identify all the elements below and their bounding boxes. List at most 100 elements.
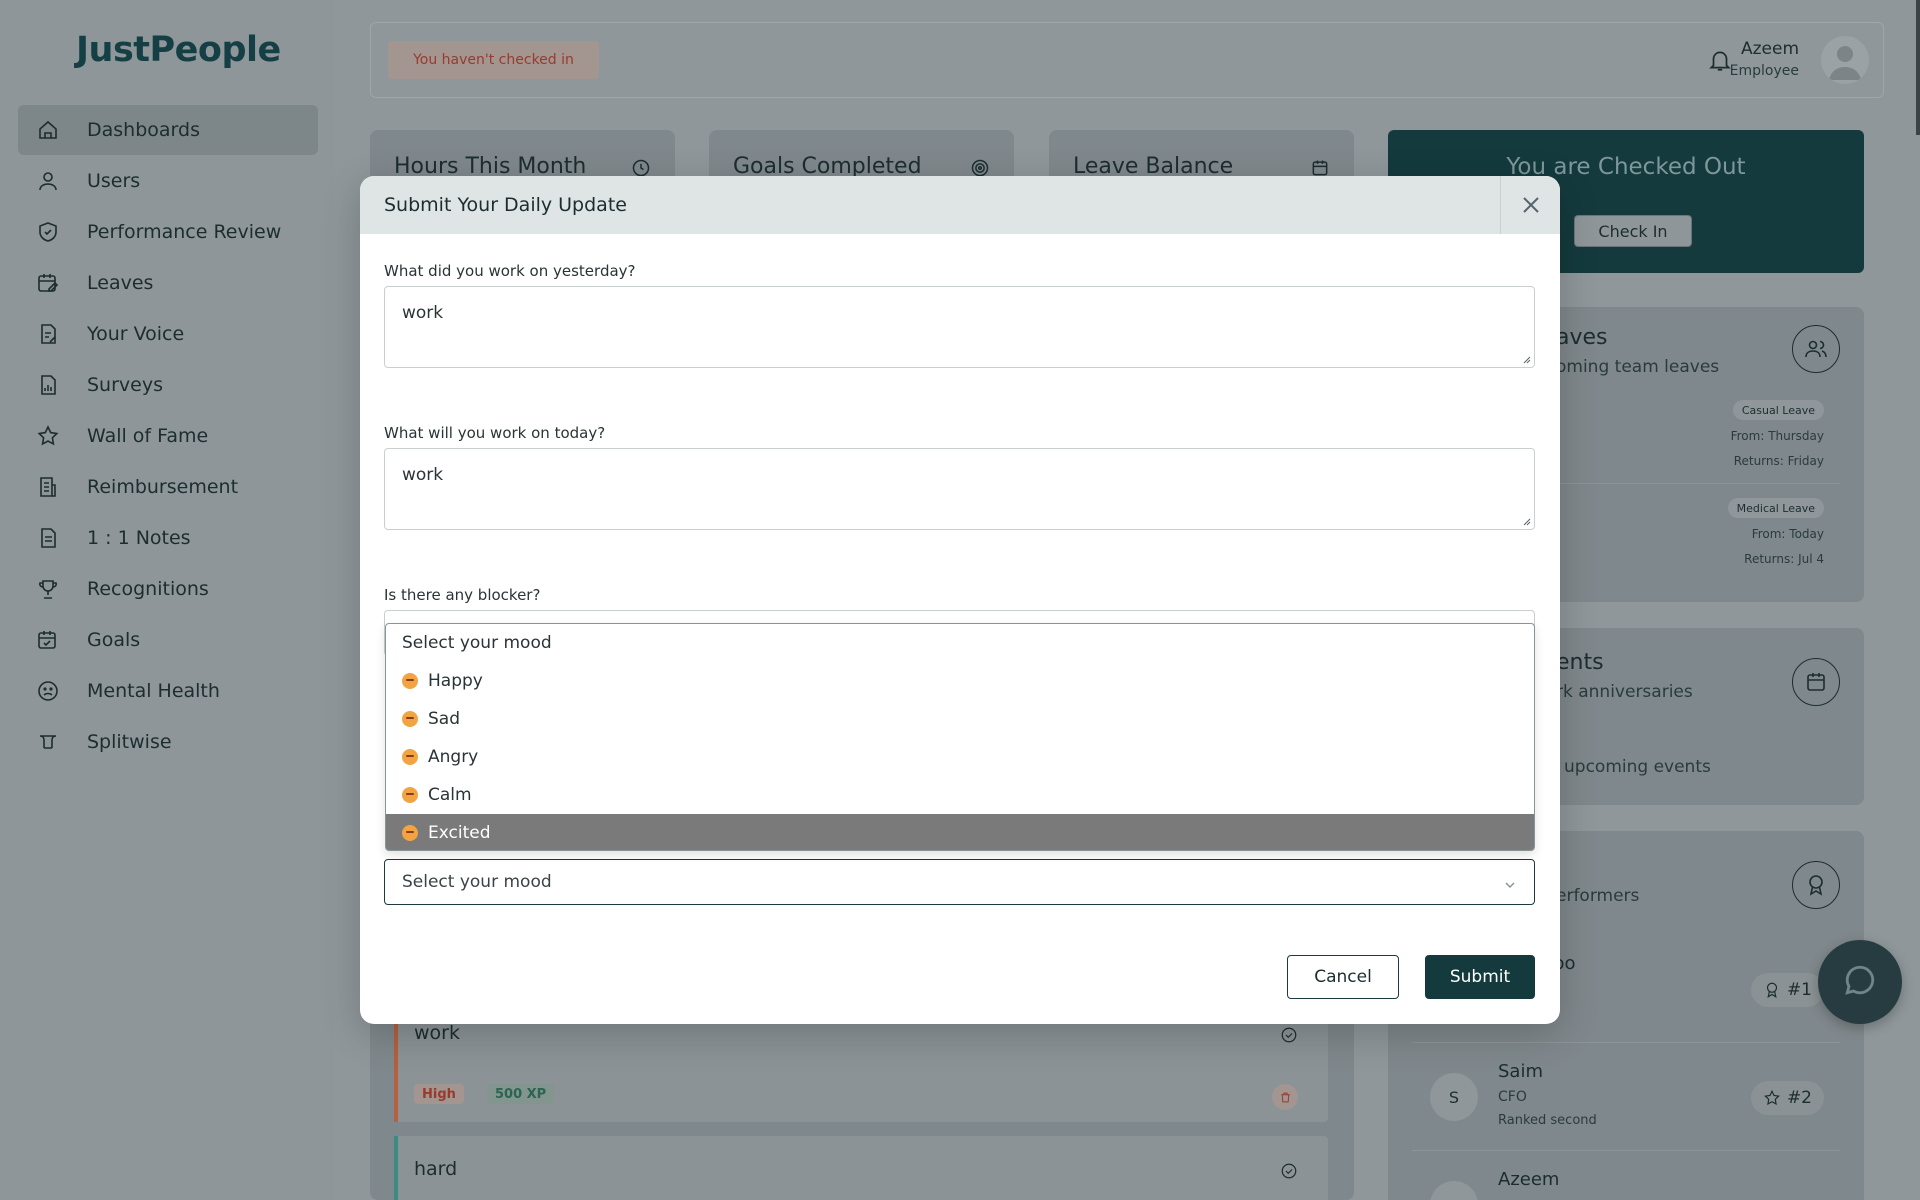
sidebar-item-label: Surveys: [87, 374, 163, 396]
mood-dropdown-list: Select your mood Happy Sad Angry Calm Ex…: [385, 623, 1535, 851]
topbar: You haven't checked in Azeem Employee: [370, 22, 1884, 98]
target-icon: [970, 158, 990, 178]
xp-tag: 500 XP: [487, 1084, 555, 1104]
receipt-icon: [36, 475, 60, 499]
mood-option-label: Happy: [428, 671, 483, 691]
sidebar-item-surveys[interactable]: Surveys: [18, 360, 318, 410]
sidebar-item-label: Leaves: [87, 272, 154, 294]
resize-handle-icon: [1523, 518, 1531, 526]
mood-option-calm[interactable]: Calm: [386, 776, 1534, 814]
performer-row[interactable]: S Saim CFO Ranked second #2: [1412, 1043, 1840, 1151]
sidebar-item-label: Splitwise: [87, 731, 172, 753]
calendar-check-icon: [36, 628, 60, 652]
mood-select[interactable]: Select your mood: [384, 859, 1535, 905]
mood-option-sad[interactable]: Sad: [386, 700, 1534, 738]
check-circle-icon[interactable]: [1280, 1026, 1298, 1044]
user-name: Azeem: [1740, 39, 1799, 59]
sidebar-item-label: Performance Review: [87, 221, 282, 243]
trash-icon[interactable]: [1272, 1084, 1298, 1110]
performer-name: Saim: [1498, 1061, 1543, 1082]
sidebar-item-label: 1 : 1 Notes: [87, 527, 191, 549]
sidebar-item-recognitions[interactable]: Recognitions: [18, 564, 318, 614]
submit-button[interactable]: Submit: [1425, 955, 1535, 999]
calendar-edit-icon: [36, 271, 60, 295]
sidebar-item-splitwise[interactable]: Splitwise: [18, 717, 318, 767]
leave-type-badge: Casual Leave: [1732, 400, 1824, 420]
panel-subtitle: oming team leaves: [1556, 357, 1720, 377]
mood-option-angry[interactable]: Angry: [386, 738, 1534, 776]
cancel-button[interactable]: Cancel: [1287, 955, 1399, 999]
blocker-label: Is there any blocker?: [384, 586, 541, 604]
sidebar-item-users[interactable]: Users: [18, 156, 318, 206]
mood-option-excited[interactable]: Excited: [386, 814, 1534, 850]
empty-events-text: upcoming events: [1564, 757, 1711, 777]
today-label: What will you work on today?: [384, 424, 606, 442]
sidebar-item-label: Wall of Fame: [87, 425, 209, 447]
sidebar-item-one-on-one-notes[interactable]: 1 : 1 Notes: [18, 513, 318, 563]
chevron-down-icon: [1504, 876, 1516, 889]
chat-button[interactable]: [1818, 940, 1902, 1024]
close-icon: [1522, 197, 1539, 213]
split-icon: [36, 730, 60, 754]
sidebar-item-mental-health[interactable]: Mental Health: [18, 666, 318, 716]
sidebar-nav: Dashboards Users Performance Review Leav…: [18, 105, 318, 768]
award-icon: [1766, 982, 1778, 998]
sidebar-item-wall-of-fame[interactable]: Wall of Fame: [18, 411, 318, 461]
happy-emoji-icon: [402, 673, 418, 689]
angry-emoji-icon: [402, 749, 418, 765]
avatar: S: [1430, 1073, 1478, 1121]
notes-icon: [36, 526, 60, 550]
page-scrollbar[interactable]: [1916, 0, 1920, 135]
modal-header: Submit Your Daily Update: [360, 176, 1560, 234]
sad-emoji-icon: [402, 711, 418, 727]
sidebar-item-label: Your Voice: [87, 323, 185, 345]
task-card[interactable]: hard: [394, 1136, 1328, 1200]
daily-update-modal: Submit Your Daily Update What did you wo…: [360, 176, 1560, 1024]
yesterday-textarea[interactable]: work: [384, 286, 1535, 368]
sidebar-item-performance-review[interactable]: Performance Review: [18, 207, 318, 257]
sidebar-item-your-voice[interactable]: Your Voice: [18, 309, 318, 359]
yesterday-value: work: [402, 303, 444, 323]
panel-subtitle: erformers: [1556, 886, 1640, 906]
shield-icon: [36, 220, 60, 244]
rank-label: #2: [1786, 1088, 1812, 1108]
leave-from: From: Thursday: [1730, 429, 1824, 443]
avatar[interactable]: [1821, 36, 1869, 84]
sidebar-item-label: Mental Health: [87, 680, 220, 702]
mood-option-label: Calm: [428, 785, 472, 805]
today-value: work: [402, 465, 444, 485]
panel-title: ents: [1556, 650, 1604, 675]
excited-emoji-icon: [402, 825, 418, 841]
priority-tag: High: [414, 1084, 464, 1104]
app-logo[interactable]: JustPeople: [76, 30, 281, 70]
chat-icon: [1843, 963, 1877, 1001]
sidebar-item-dashboards[interactable]: Dashboards: [18, 105, 318, 155]
today-textarea[interactable]: work: [384, 448, 1535, 530]
users-icon: [1792, 325, 1840, 373]
calm-emoji-icon: [402, 787, 418, 803]
user-role: Employee: [1729, 63, 1799, 79]
avatar: [1430, 1181, 1478, 1200]
task-title: hard: [414, 1158, 458, 1180]
checkin-alert-badge: You haven't checked in: [388, 41, 599, 79]
mood-option-happy[interactable]: Happy: [386, 662, 1534, 700]
rank-badge: #1: [1750, 973, 1824, 1007]
sidebar-item-label: Goals: [87, 629, 141, 651]
sidebar-item-label: Reimbursement: [87, 476, 239, 498]
clock-icon: [631, 158, 651, 178]
mood-select-value: Select your mood: [402, 872, 552, 892]
close-button[interactable]: [1500, 176, 1560, 234]
sidebar-item-leaves[interactable]: Leaves: [18, 258, 318, 308]
sidebar-item-reimbursement[interactable]: Reimbursement: [18, 462, 318, 512]
sidebar-item-label: Dashboards: [87, 119, 200, 141]
performer-name: Azeem: [1498, 1169, 1560, 1190]
performer-row[interactable]: Azeem: [1412, 1151, 1840, 1200]
user-icon: [36, 169, 60, 193]
check-in-button[interactable]: Check In: [1574, 215, 1692, 247]
document-edit-icon: [36, 322, 60, 346]
mood-option-placeholder[interactable]: Select your mood: [386, 624, 1534, 662]
modal-title: Submit Your Daily Update: [384, 194, 627, 216]
check-circle-icon[interactable]: [1280, 1162, 1298, 1180]
sidebar-item-goals[interactable]: Goals: [18, 615, 318, 665]
sidebar-item-label: Users: [87, 170, 141, 192]
